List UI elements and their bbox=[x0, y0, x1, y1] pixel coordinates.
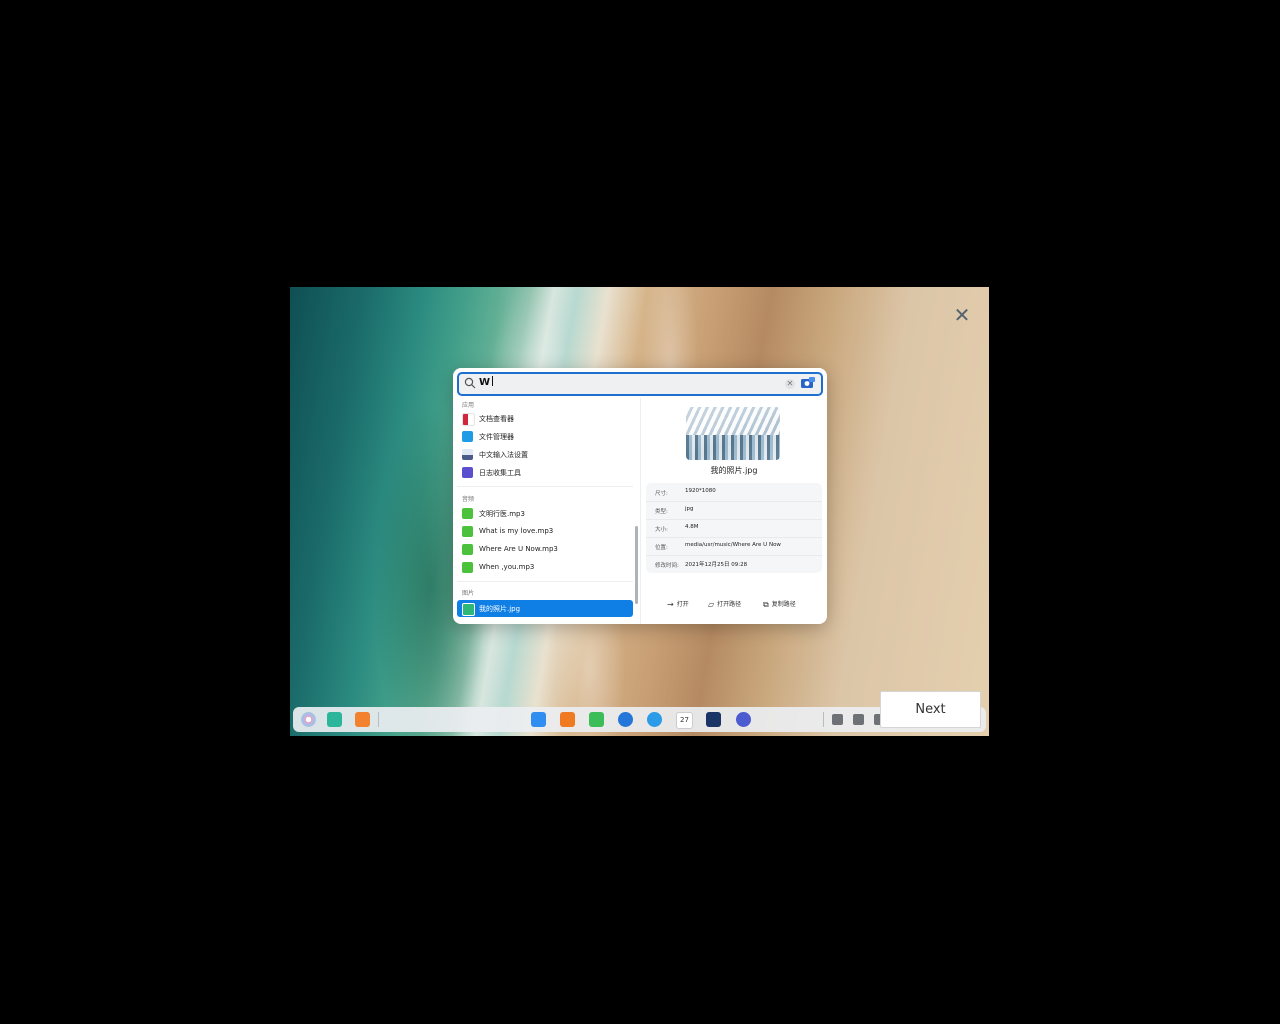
info-value: 4.8M bbox=[685, 524, 699, 530]
clear-icon[interactable]: ✕ bbox=[785, 379, 795, 389]
taskbar-divider bbox=[823, 712, 824, 727]
copy-path-button[interactable]: ⧉ 复制路径 bbox=[763, 599, 796, 611]
multitask-view-icon[interactable] bbox=[327, 712, 342, 727]
desktop-workspace-icon[interactable] bbox=[355, 712, 370, 727]
folder-open-icon: ▱ bbox=[708, 600, 715, 609]
settings-icon[interactable] bbox=[736, 712, 751, 727]
result-item-selected[interactable]: 我的照片.jpg bbox=[457, 600, 633, 617]
copy-icon: ⧉ bbox=[763, 600, 769, 609]
open-button[interactable]: → 打开 bbox=[667, 599, 689, 611]
preview-pane: 我的照片.jpg 尺寸: 1920*1080 类型: jpg 大小: 4.8M … bbox=[641, 398, 827, 624]
preview-actions: → 打开 ▱ 打开路径 ⧉ 复制路径 bbox=[641, 599, 827, 613]
result-label: 我的照片.jpg bbox=[479, 605, 521, 613]
result-item[interactable]: Where Are U Now.mp3 bbox=[457, 541, 633, 558]
result-label: 文档查看器 bbox=[479, 415, 514, 423]
security-center-icon[interactable] bbox=[618, 712, 633, 727]
info-row: 尺寸: 1920*1080 bbox=[646, 483, 822, 502]
info-key: 位置: bbox=[655, 545, 668, 551]
result-label: What is my love.mp3 bbox=[479, 527, 554, 535]
group-divider bbox=[457, 581, 633, 582]
log-collector-icon bbox=[462, 467, 473, 478]
info-key: 修改时间: bbox=[655, 563, 679, 569]
info-value: jpg bbox=[685, 506, 694, 512]
close-icon[interactable]: ✕ bbox=[952, 305, 972, 325]
terminal-icon[interactable] bbox=[706, 712, 721, 727]
taskbar-divider bbox=[378, 712, 379, 727]
preview-file-name: 我的照片.jpg bbox=[710, 466, 758, 475]
audio-file-icon bbox=[462, 544, 473, 555]
audio-file-icon bbox=[462, 526, 473, 537]
result-label: 中文输入法设置 bbox=[479, 451, 528, 459]
app-store-icon[interactable] bbox=[531, 712, 546, 727]
result-item[interactable]: 文件管理器 bbox=[457, 428, 633, 445]
open-path-button[interactable]: ▱ 打开路径 bbox=[708, 599, 741, 611]
info-value: 2021年12月25日 09:28 bbox=[685, 562, 748, 568]
result-item[interactable]: 日志收集工具 bbox=[457, 464, 633, 481]
results-scrollbar[interactable] bbox=[635, 526, 638, 604]
file-manager-dock-icon[interactable] bbox=[560, 712, 575, 727]
info-row: 大小: 4.8M bbox=[646, 519, 822, 538]
open-label: 打开 bbox=[676, 601, 689, 608]
group-divider bbox=[457, 486, 633, 487]
search-input[interactable]: W bbox=[479, 376, 493, 388]
image-file-icon bbox=[462, 603, 475, 616]
next-button[interactable]: Next bbox=[880, 691, 981, 728]
search-icon bbox=[464, 377, 476, 389]
screenshot-search-icon[interactable] bbox=[800, 376, 816, 390]
calendar-icon[interactable]: 27 bbox=[676, 712, 693, 729]
info-key: 尺寸: bbox=[655, 491, 668, 497]
info-key: 大小: bbox=[655, 527, 668, 533]
open-path-label: 打开路径 bbox=[717, 601, 742, 608]
info-value: 1920*1080 bbox=[685, 488, 716, 494]
result-item[interactable]: When ,you.mp3 bbox=[457, 559, 633, 576]
desktop-wallpaper: ✕ W ✕ 应用 文档查看器 文件管理器 中文输入法设置 日志收集工具 音频 文… bbox=[290, 287, 989, 736]
result-item[interactable]: What is my love.mp3 bbox=[457, 523, 633, 540]
file-manager-icon bbox=[462, 431, 473, 442]
result-label: 文件管理器 bbox=[479, 433, 514, 441]
info-row: 类型: jpg bbox=[646, 501, 822, 520]
group-title-apps: 应用 bbox=[462, 402, 475, 409]
group-title-images: 图片 bbox=[462, 590, 475, 597]
search-box[interactable]: W ✕ bbox=[457, 372, 823, 396]
result-item[interactable]: 文明行医.mp3 bbox=[457, 505, 633, 522]
search-results-list: 应用 文档查看器 文件管理器 中文输入法设置 日志收集工具 音频 文明行医.mp… bbox=[453, 398, 639, 624]
info-value: media/usr/music/Where Are U Now bbox=[685, 542, 781, 548]
keyboard-icon[interactable] bbox=[853, 714, 864, 725]
document-viewer-icon bbox=[462, 413, 475, 426]
group-title-audio: 音频 bbox=[462, 496, 475, 503]
file-info-table: 尺寸: 1920*1080 类型: jpg 大小: 4.8M 位置: media… bbox=[646, 483, 822, 573]
result-item[interactable]: 文档查看器 bbox=[457, 410, 633, 427]
music-icon[interactable] bbox=[589, 712, 604, 727]
copy-path-label: 复制路径 bbox=[771, 601, 796, 608]
info-key: 类型: bbox=[655, 509, 668, 515]
result-label: 文明行医.mp3 bbox=[479, 510, 525, 518]
audio-file-icon bbox=[462, 508, 473, 519]
global-search-window: W ✕ 应用 文档查看器 文件管理器 中文输入法设置 日志收集工具 音频 文明行… bbox=[453, 368, 827, 624]
result-label: Where Are U Now.mp3 bbox=[479, 545, 558, 553]
audio-file-icon bbox=[462, 562, 473, 573]
launcher-icon[interactable] bbox=[301, 712, 316, 727]
result-label: When ,you.mp3 bbox=[479, 563, 535, 571]
result-label: 日志收集工具 bbox=[479, 469, 521, 477]
info-row: 位置: media/usr/music/Where Are U Now bbox=[646, 537, 822, 556]
input-method-icon bbox=[462, 449, 473, 460]
result-item[interactable]: 中文输入法设置 bbox=[457, 446, 633, 463]
image-thumbnail bbox=[686, 407, 780, 460]
volume-icon[interactable] bbox=[832, 714, 843, 725]
info-row: 修改时间: 2021年12月25日 09:28 bbox=[646, 555, 822, 573]
arrow-right-icon: → bbox=[667, 600, 674, 609]
browser-icon[interactable] bbox=[647, 712, 662, 727]
